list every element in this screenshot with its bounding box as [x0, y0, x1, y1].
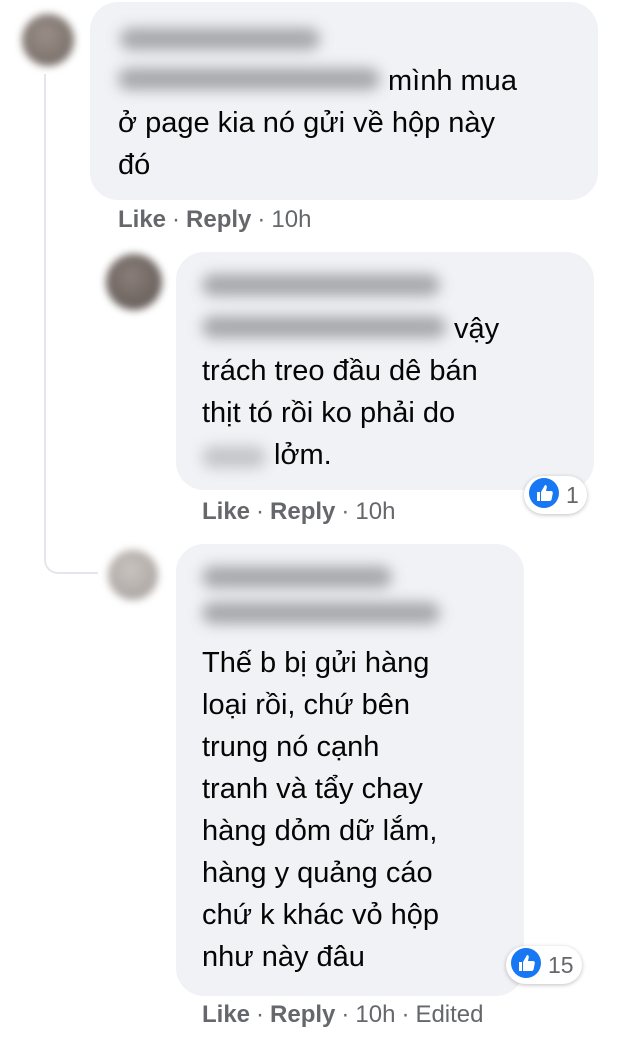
timestamp[interactable]: 10h: [355, 498, 395, 525]
comment-text: như này đâu: [202, 941, 365, 973]
edited-label[interactable]: Edited: [415, 1001, 483, 1028]
avatar[interactable]: [22, 14, 74, 66]
reply-button[interactable]: Reply: [270, 498, 335, 525]
like-button[interactable]: Like: [202, 1001, 250, 1028]
comment-text: đó: [118, 149, 151, 181]
comment-text: vậy: [454, 313, 500, 345]
comment-bubble: vậy trách treo đầu dê bán thịt tó rồi ko…: [176, 252, 594, 490]
blurred-author-name: [202, 566, 392, 588]
reaction-count[interactable]: 15: [506, 946, 582, 984]
comment-bubble: Thế b bị gửi hàng loại rồi, chứ bên trun…: [176, 544, 524, 996]
comment-text: hàng dỏm dữ lắm,: [202, 815, 438, 847]
comment-text: chứ k khác vỏ hộp: [202, 899, 440, 931]
blurred-tagged-name: [202, 602, 440, 624]
blurred-tagged-name: [202, 446, 266, 468]
comment-actions: Like · Reply · 10h · Edited: [202, 1001, 484, 1028]
reply-button[interactable]: Reply: [270, 1001, 335, 1028]
reply-button[interactable]: Reply: [186, 206, 251, 233]
blurred-author-name: [202, 274, 440, 296]
thread-line: [44, 74, 46, 494]
blurred-tagged-name: [118, 68, 380, 90]
comment-text: Thế b bị gửi hàng: [202, 647, 430, 679]
comment-text: loại rồi, chứ bên: [202, 689, 411, 721]
blurred-author-name: [120, 28, 320, 50]
like-icon: [510, 947, 542, 984]
comment-actions: Like · Reply · 10h: [202, 498, 396, 525]
comment-text: trung nó cạnh: [202, 731, 380, 763]
reaction-count-value: 1: [566, 481, 579, 508]
comment-text: hàng y quảng cáo: [202, 857, 433, 889]
avatar[interactable]: [108, 550, 158, 600]
comment-text: thịt tó rồi ko phải do: [202, 397, 456, 429]
reaction-count-value: 15: [548, 951, 574, 978]
comment-text: tranh và tẩy chay: [202, 773, 423, 805]
comment-bubble: mình mua ở page kia nó gửi về hộp này đó: [90, 2, 598, 200]
like-button[interactable]: Like: [118, 206, 166, 233]
like-icon: [528, 477, 560, 514]
timestamp[interactable]: 10h: [271, 206, 311, 233]
comment-text: mình mua: [388, 65, 517, 97]
thread-connector: [44, 480, 98, 574]
comment-text: ở page kia nó gửi về hộp này: [118, 107, 496, 139]
timestamp[interactable]: 10h: [355, 1001, 395, 1028]
like-button[interactable]: Like: [202, 498, 250, 525]
comment-text: trách treo đầu dê bán: [202, 355, 478, 387]
comment-text: lởm.: [274, 439, 332, 471]
blurred-tagged-name: [202, 316, 446, 338]
avatar[interactable]: [106, 254, 162, 310]
reaction-count[interactable]: 1: [524, 476, 587, 514]
comment-actions: Like · Reply · 10h: [118, 206, 312, 233]
